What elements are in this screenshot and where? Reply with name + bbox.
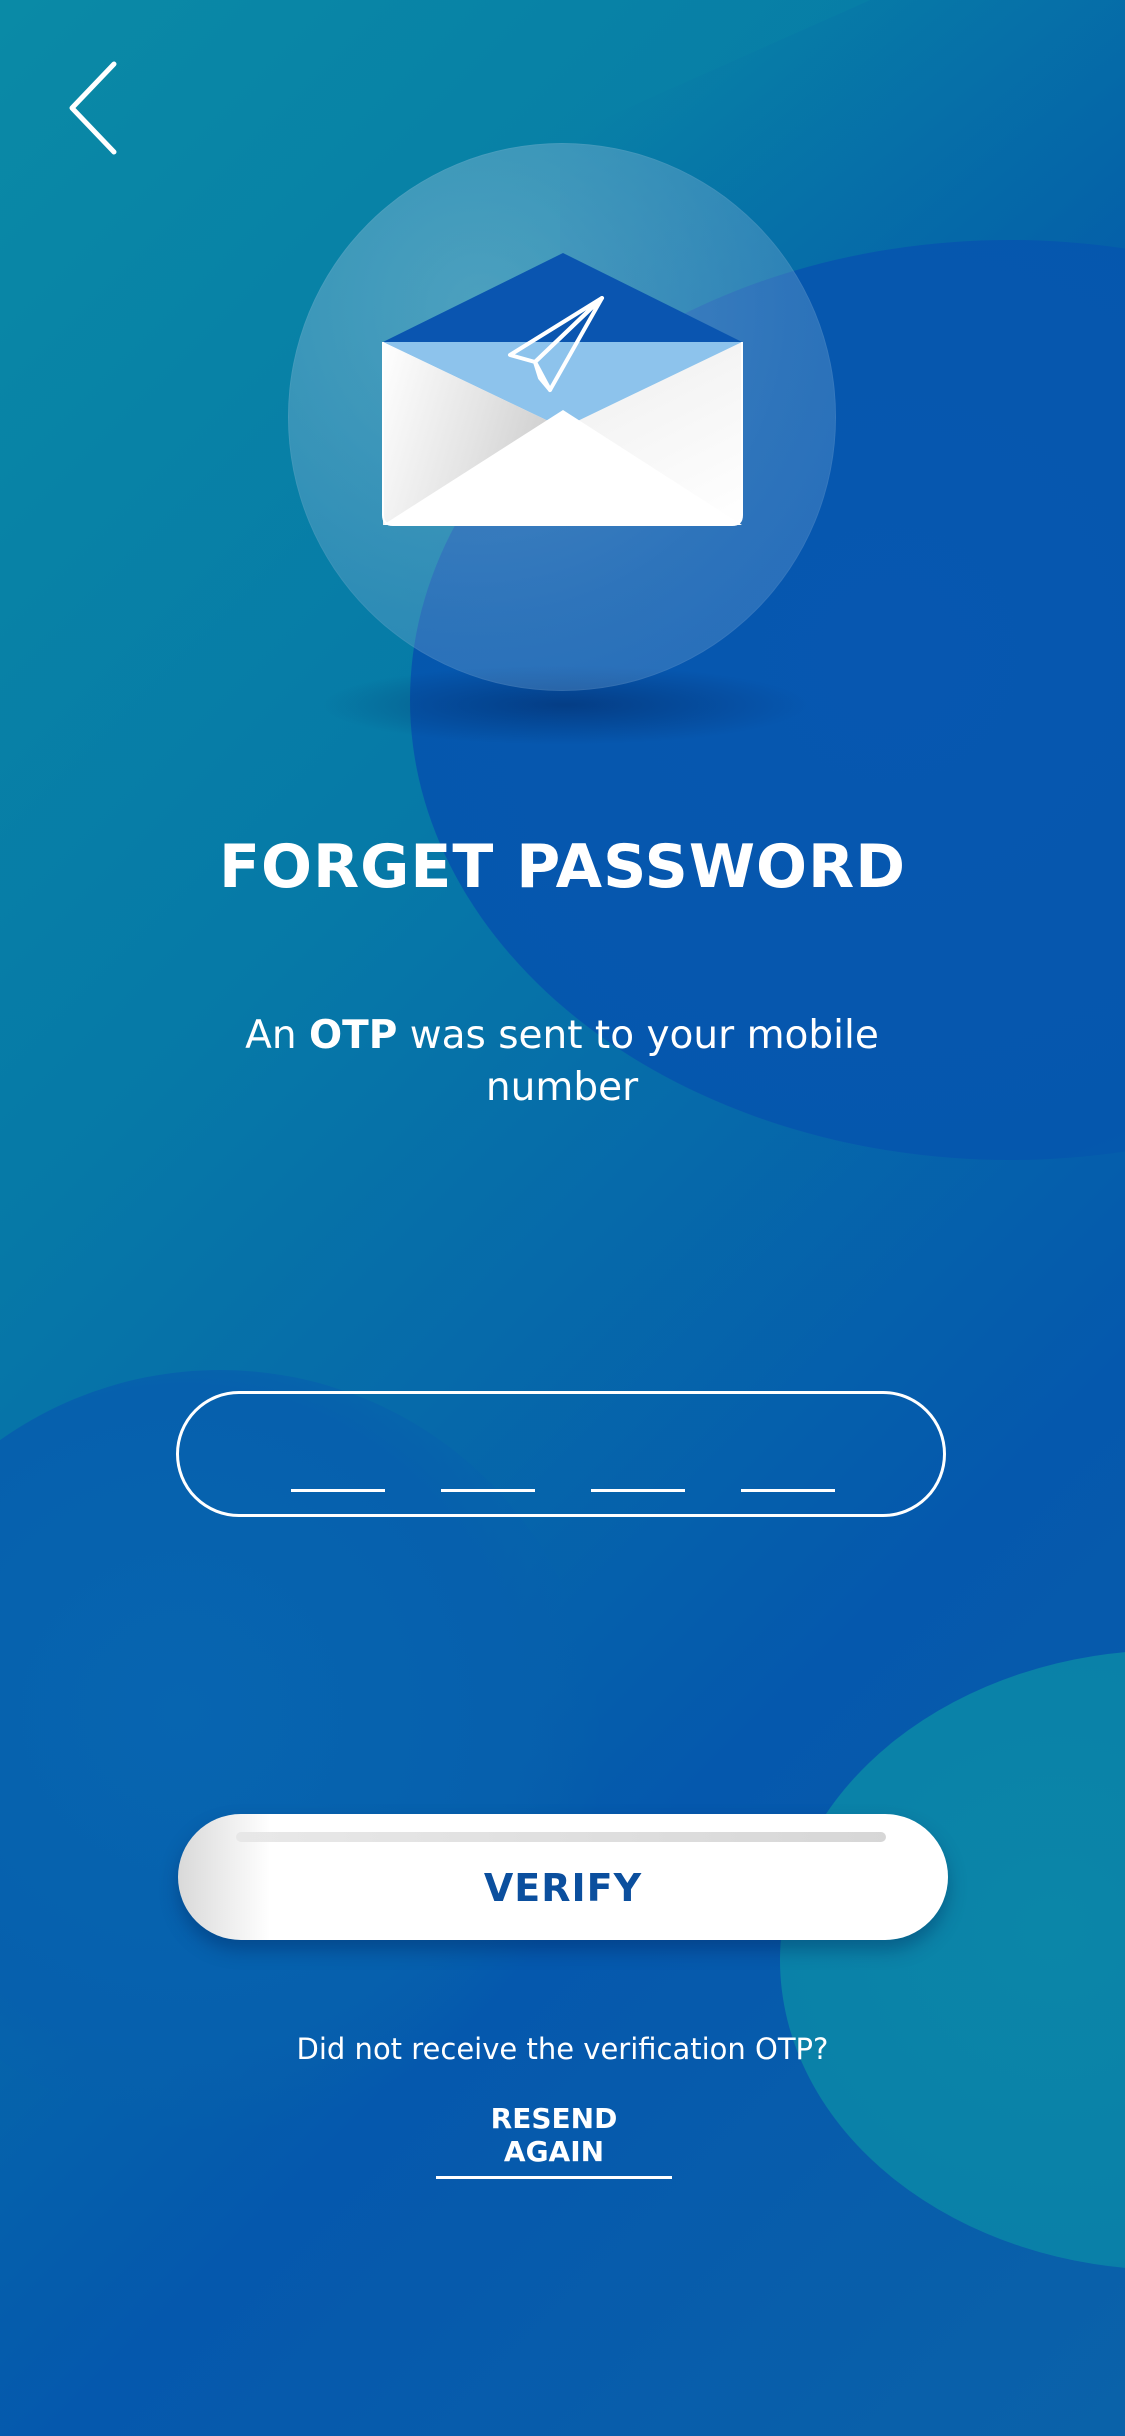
forget-password-screen: FORGET PASSWORD An OTP was sent to your …: [0, 0, 1125, 2436]
verify-button[interactable]: VERIFY: [178, 1814, 948, 1940]
otp-input[interactable]: [176, 1391, 946, 1517]
chevron-left-icon: [69, 61, 117, 155]
otp-digit-slot-1[interactable]: [291, 1489, 385, 1492]
otp-message-suffix: was sent to your mobile number: [397, 1013, 879, 1110]
resend-prompt: Did not receive the verification OTP?: [296, 2032, 829, 2066]
page-title: FORGET PASSWORD: [218, 832, 907, 902]
back-button[interactable]: [58, 58, 128, 158]
resend-again-link[interactable]: RESEND AGAIN: [436, 2102, 672, 2179]
verify-button-label: VERIFY: [483, 1866, 643, 1910]
envelope-paper-plane-icon: [382, 253, 743, 526]
otp-digit-slot-3[interactable]: [591, 1489, 685, 1492]
otp-message-prefix: An: [245, 1013, 309, 1058]
otp-digit-slot-4[interactable]: [741, 1489, 835, 1492]
background-shape: [780, 1650, 1125, 2270]
otp-digit-slot-2[interactable]: [441, 1489, 535, 1492]
otp-message-emphasis: OTP: [308, 1013, 398, 1058]
otp-sent-message: An OTP was sent to your mobile number: [212, 1010, 912, 1114]
